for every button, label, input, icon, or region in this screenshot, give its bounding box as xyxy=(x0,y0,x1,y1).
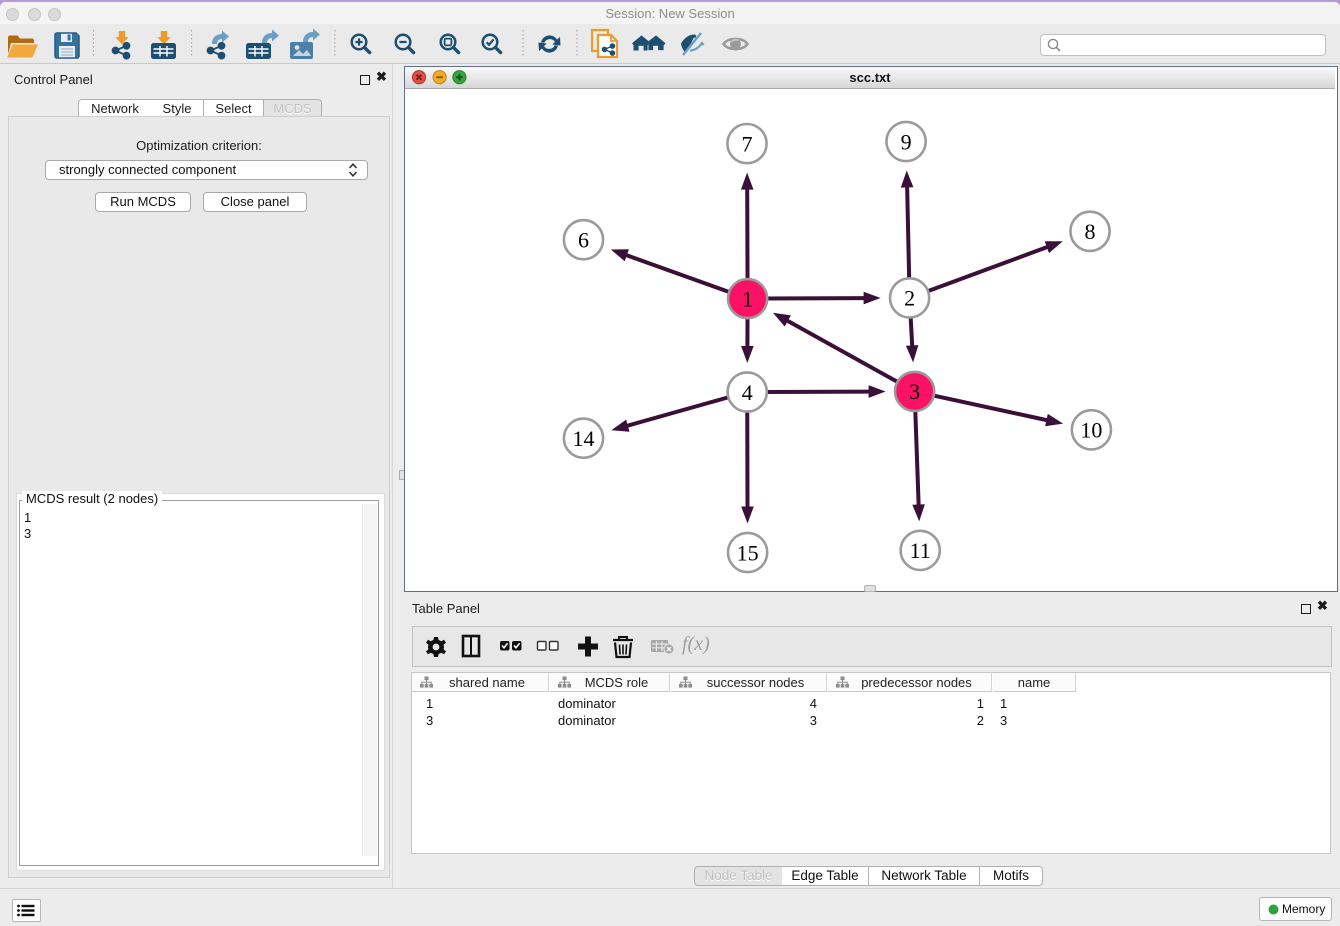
svg-text:6: 6 xyxy=(578,228,589,253)
svg-text:1: 1 xyxy=(742,286,753,311)
svg-text:2: 2 xyxy=(904,286,915,311)
svg-text:14: 14 xyxy=(573,426,595,451)
svg-text:11: 11 xyxy=(910,538,931,563)
svg-text:10: 10 xyxy=(1080,418,1102,443)
svg-text:4: 4 xyxy=(742,380,753,405)
svg-text:3: 3 xyxy=(909,379,920,404)
svg-text:7: 7 xyxy=(742,131,753,156)
svg-text:9: 9 xyxy=(901,129,912,154)
svg-text:8: 8 xyxy=(1085,219,1096,244)
svg-text:15: 15 xyxy=(737,540,759,565)
